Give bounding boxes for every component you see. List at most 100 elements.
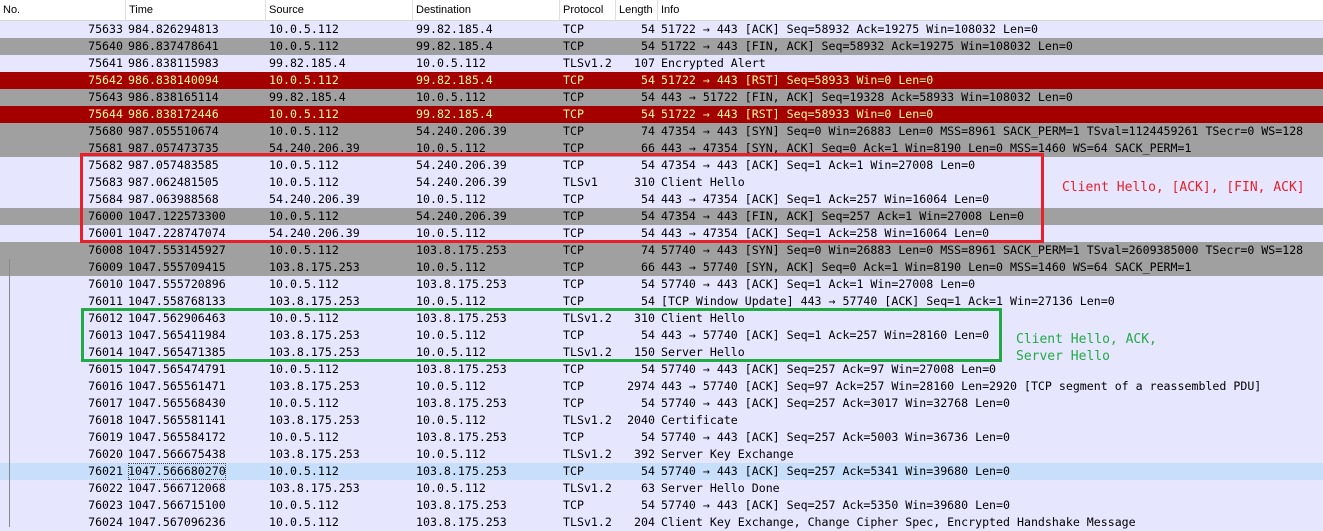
packet-protocol: TCP [563,124,584,138]
packet-row[interactable]: 75680 987.055510674 10.0.5.112 54.240.206.3… [0,123,1323,140]
column-header-no[interactable]: No. [0,0,126,20]
red-annotation-label: Client Hello, [ACK], [FIN, ACK] [1062,180,1305,195]
packet-protocol: TCP [563,277,584,291]
green-highlight-box [81,308,1002,362]
packet-protocol: TCP [563,464,584,478]
packet-row[interactable]: 76017 1047.565568430 10.0.5.112 103.8.175.2… [0,395,1323,412]
packet-source: 103.8.175.253 [269,447,360,461]
packet-destination: 10.0.5.112 [416,260,486,274]
packet-source: 103.8.175.253 [269,481,360,495]
packet-protocol: TCP [563,90,584,104]
packet-destination: 99.82.185.4 [416,107,493,121]
packet-time: 1047.566675438 [128,447,226,461]
packet-row[interactable]: 76021 1047.566680270 10.0.5.112 103.8.175.2… [0,463,1323,480]
packet-info: 51722 → 443 [RST] Seq=58933 Win=0 Len=0 [661,107,934,121]
column-header-length[interactable]: Length [616,0,658,20]
column-header-source[interactable]: Source [266,0,413,20]
packet-info: 57740 → 443 [ACK] Seq=257 Ack=97 Win=270… [661,362,997,376]
packet-destination: 103.8.175.253 [416,396,507,410]
packet-destination: 103.8.175.253 [416,515,507,529]
packet-protocol: TCP [563,73,584,87]
packet-number: 76024 [88,515,123,529]
packet-row[interactable]: 76008 1047.553145927 10.0.5.112 103.8.175.2… [0,242,1323,259]
packet-row[interactable]: 76010 1047.555720896 10.0.5.112 103.8.175.2… [0,276,1323,293]
packet-number: 75643 [88,90,123,104]
packet-info: Encrypted Alert [661,56,766,70]
column-header-time[interactable]: Time [126,0,266,20]
packet-destination: 10.0.5.112 [416,413,486,427]
packet-time: 986.838165114 [128,90,219,104]
packet-row[interactable]: 76016 1047.565561471 103.8.175.253 10.0.5.1… [0,378,1323,395]
packet-length: 66 [641,260,655,274]
column-header-info[interactable]: Info [658,0,1323,20]
packet-length: 392 [634,447,655,461]
packet-number: 76023 [88,498,123,512]
packet-row[interactable]: 76018 1047.565581141 103.8.175.253 10.0.5.1… [0,412,1323,429]
packet-length: 54 [641,90,655,104]
packet-destination: 103.8.175.253 [416,243,507,257]
packet-row[interactable]: 76020 1047.566675438 103.8.175.253 10.0.5.1… [0,446,1323,463]
packet-number: 76008 [88,243,123,257]
packet-source: 99.82.185.4 [269,56,346,70]
packet-list-header: No. Time Source Destination Protocol Len… [0,0,1323,21]
packet-destination: 10.0.5.112 [416,56,486,70]
packet-source: 103.8.175.253 [269,260,360,274]
column-header-destination[interactable]: Destination [413,0,560,20]
packet-row[interactable]: 76023 1047.566715100 10.0.5.112 103.8.175.2… [0,497,1323,514]
packet-source: 10.0.5.112 [269,243,339,257]
packet-row[interactable]: 75644 986.838172446 10.0.5.112 99.82.185.4 T… [0,106,1323,123]
packet-row[interactable]: 75633 984.826294813 10.0.5.112 99.82.185.4 T… [0,21,1323,38]
packet-row[interactable]: 75641 986.838115983 99.82.185.4 10.0.5.112 T… [0,55,1323,72]
packet-protocol: TCP [563,498,584,512]
packet-protocol: TLSv1.2 [563,413,612,427]
packet-source: 10.0.5.112 [269,277,339,291]
packet-info: 57740 → 443 [ACK] Seq=257 Ack=5350 Win=3… [661,498,1011,512]
packet-length: 54 [641,107,655,121]
packet-row[interactable]: 75643 986.838165114 99.82.185.4 10.0.5.112 T… [0,89,1323,106]
packet-length: 63 [641,481,655,495]
packet-time: 1047.566680270 [128,463,226,480]
packet-protocol: TCP [563,362,584,376]
packet-protocol: TCP [563,260,584,274]
packet-destination: 10.0.5.112 [416,447,486,461]
packet-info: 51722 → 443 [RST] Seq=58933 Win=0 Len=0 [661,73,934,87]
packet-time: 1047.567096236 [128,515,226,529]
packet-info: Server Hello Done [661,481,780,495]
packet-row[interactable]: 76009 1047.555709415 103.8.175.253 10.0.5.1… [0,259,1323,276]
packet-row[interactable]: 76015 1047.565474791 10.0.5.112 103.8.175.2… [0,361,1323,378]
packet-row[interactable]: 76024 1047.567096236 10.0.5.112 103.8.175.2… [0,514,1323,531]
packet-source: 103.8.175.253 [269,413,360,427]
packet-info: 51722 → 443 [FIN, ACK] Seq=58932 Ack=192… [661,39,1073,53]
column-header-protocol[interactable]: Protocol [560,0,616,20]
packet-number: 76018 [88,413,123,427]
packet-number: 76009 [88,260,123,274]
packet-destination: 103.8.175.253 [416,498,507,512]
packet-row[interactable]: 76019 1047.565584172 10.0.5.112 103.8.175.2… [0,429,1323,446]
green-annotation-line2: Server Hello [1016,349,1110,364]
packet-info: Server Key Exchange [661,447,794,461]
packet-row[interactable]: 75642 986.838140094 10.0.5.112 99.82.185.4 T… [0,72,1323,89]
packet-source: 10.0.5.112 [269,39,339,53]
packet-info: 57740 → 443 [SYN] Seq=0 Win=26883 Len=0 … [661,243,1304,257]
packet-time: 1047.565561471 [128,379,226,393]
packet-length: 54 [641,464,655,478]
packet-number: 75641 [88,56,123,70]
packet-info: 57740 → 443 [ACK] Seq=1 Ack=1 Win=27008 … [661,277,976,291]
packet-length: 204 [634,515,655,529]
packet-number: 76020 [88,447,123,461]
packet-number: 75642 [88,73,123,87]
packet-destination: 10.0.5.112 [416,481,486,495]
packet-row[interactable]: 76022 1047.566712068 103.8.175.253 10.0.5.1… [0,480,1323,497]
packet-length: 2040 [627,413,655,427]
packet-protocol: TCP [563,243,584,257]
packet-row[interactable]: 75640 986.837478641 10.0.5.112 99.82.185.4 T… [0,38,1323,55]
packet-time: 986.837478641 [128,39,219,53]
packet-number: 76019 [88,430,123,444]
packet-time: 984.826294813 [128,22,219,36]
packet-time: 1047.565568430 [128,396,226,410]
packet-source: 10.0.5.112 [269,73,339,87]
packet-time: 987.055510674 [128,124,219,138]
packet-source: 10.0.5.112 [269,362,339,376]
packet-source: 10.0.5.112 [269,515,339,529]
packet-destination: 99.82.185.4 [416,22,493,36]
